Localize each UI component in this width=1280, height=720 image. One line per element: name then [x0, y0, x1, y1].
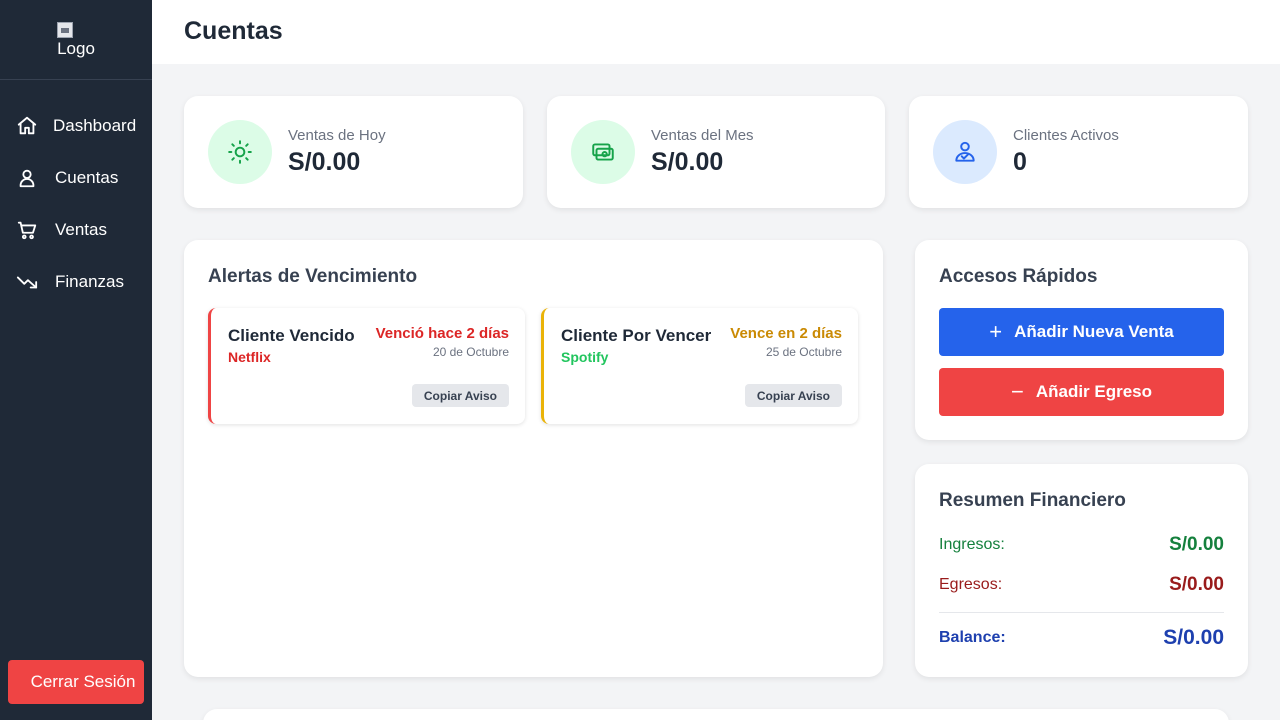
stat-label: Ventas de Hoy [288, 127, 386, 144]
alerts-panel: Alertas de Vencimiento Cliente Vencido N… [184, 240, 883, 677]
balance-row: Balance: S/0.00 [939, 626, 1224, 650]
alert-service: Netflix [228, 349, 271, 365]
page-title: Cuentas [184, 17, 283, 45]
sidebar-item-ventas[interactable]: Ventas [0, 204, 152, 256]
bottom-card-partial [203, 709, 1229, 720]
stat-value: S/0.00 [651, 148, 724, 176]
add-sale-button[interactable]: + Añadir Nueva Venta [939, 308, 1224, 356]
cart-icon [17, 221, 37, 240]
alert-card-expired: Cliente Vencido Netflix Venció hace 2 dí… [208, 308, 525, 424]
home-icon [17, 116, 37, 135]
stat-icon-circle [933, 120, 997, 184]
add-expense-label: Añadir Egreso [1035, 382, 1153, 401]
expense-row: Egresos: S/0.00 [939, 574, 1224, 596]
alert-status: Vence en 2 días [730, 325, 842, 342]
alert-date: 20 de Octubre [432, 345, 509, 359]
balance-value: S/0.00 [1163, 626, 1224, 649]
sidebar-nav: Dashboard Cuentas Ventas Finanzas [0, 100, 152, 308]
alert-client-name: Cliente Vencido [228, 326, 355, 345]
add-expense-button[interactable]: − Añadir Egreso [939, 368, 1224, 416]
finance-divider [939, 612, 1224, 613]
stat-card-ventas-mes: Ventas del Mes S/0.00 [547, 96, 885, 208]
alert-status: Venció hace 2 días [375, 325, 509, 342]
plus-icon: + [989, 319, 1003, 344]
alert-client-name: Cliente Por Vencer [561, 326, 712, 345]
income-value: S/0.00 [1169, 534, 1224, 555]
logout-button[interactable]: Cerrar Sesión [8, 660, 144, 704]
logo-area: Logo [0, 0, 152, 80]
stat-value: 0 [1013, 148, 1027, 176]
alerts-title: Alertas de Vencimiento [208, 266, 418, 287]
logo-alt-text: Logo [57, 38, 95, 58]
stat-value: S/0.00 [288, 148, 361, 176]
finance-title: Resumen Financiero [939, 490, 1126, 511]
quick-access-title: Accesos Rápidos [939, 266, 1098, 287]
broken-image-icon [57, 21, 74, 38]
expense-value: S/0.00 [1169, 574, 1224, 595]
stat-label: Clientes Activos [1013, 127, 1119, 144]
sidebar-item-label: Ventas [55, 220, 107, 239]
sidebar-item-label: Dashboard [53, 116, 137, 135]
user-check-icon [955, 141, 975, 162]
copy-notice-button[interactable]: Copiar Aviso [744, 384, 842, 407]
sidebar-item-label: Finanzas [55, 272, 124, 291]
minus-icon: − [1010, 379, 1024, 404]
trending-down-icon [16, 276, 38, 289]
alert-card-expiring: Cliente Por Vencer Spotify Vence en 2 dí… [541, 308, 858, 424]
stat-card-ventas-hoy: Ventas de Hoy S/0.00 [184, 96, 523, 208]
header: Cuentas [152, 0, 1280, 64]
quick-access-panel: Accesos Rápidos + Añadir Nueva Venta − A… [915, 240, 1248, 440]
money-icon [592, 143, 614, 161]
sun-icon [228, 140, 252, 164]
sidebar: Logo Dashboard Cuentas Ventas Finanzas C… [0, 0, 152, 720]
logo[interactable]: Logo [57, 21, 95, 58]
balance-label: Balance: [939, 629, 1006, 646]
alert-service: Spotify [561, 349, 609, 365]
stat-label: Ventas del Mes [651, 127, 754, 144]
stat-card-clientes-activos: Clientes Activos 0 [909, 96, 1248, 208]
user-icon [19, 169, 35, 188]
stat-icon-circle [571, 120, 635, 184]
sidebar-item-dashboard[interactable]: Dashboard [0, 100, 152, 152]
copy-notice-button[interactable]: Copiar Aviso [411, 384, 509, 407]
expense-label: Egresos: [939, 576, 1003, 593]
income-label: Ingresos: [939, 536, 1005, 553]
finance-summary-panel: Resumen Financiero Ingresos: S/0.00 Egre… [915, 464, 1248, 677]
sidebar-item-finanzas[interactable]: Finanzas [0, 256, 152, 308]
sidebar-item-cuentas[interactable]: Cuentas [0, 152, 152, 204]
sidebar-item-label: Cuentas [55, 168, 119, 187]
alert-date: 25 de Octubre [765, 345, 842, 359]
income-row: Ingresos: S/0.00 [939, 534, 1224, 556]
add-sale-label: Añadir Nueva Venta [1014, 322, 1174, 341]
stat-icon-circle [208, 120, 272, 184]
